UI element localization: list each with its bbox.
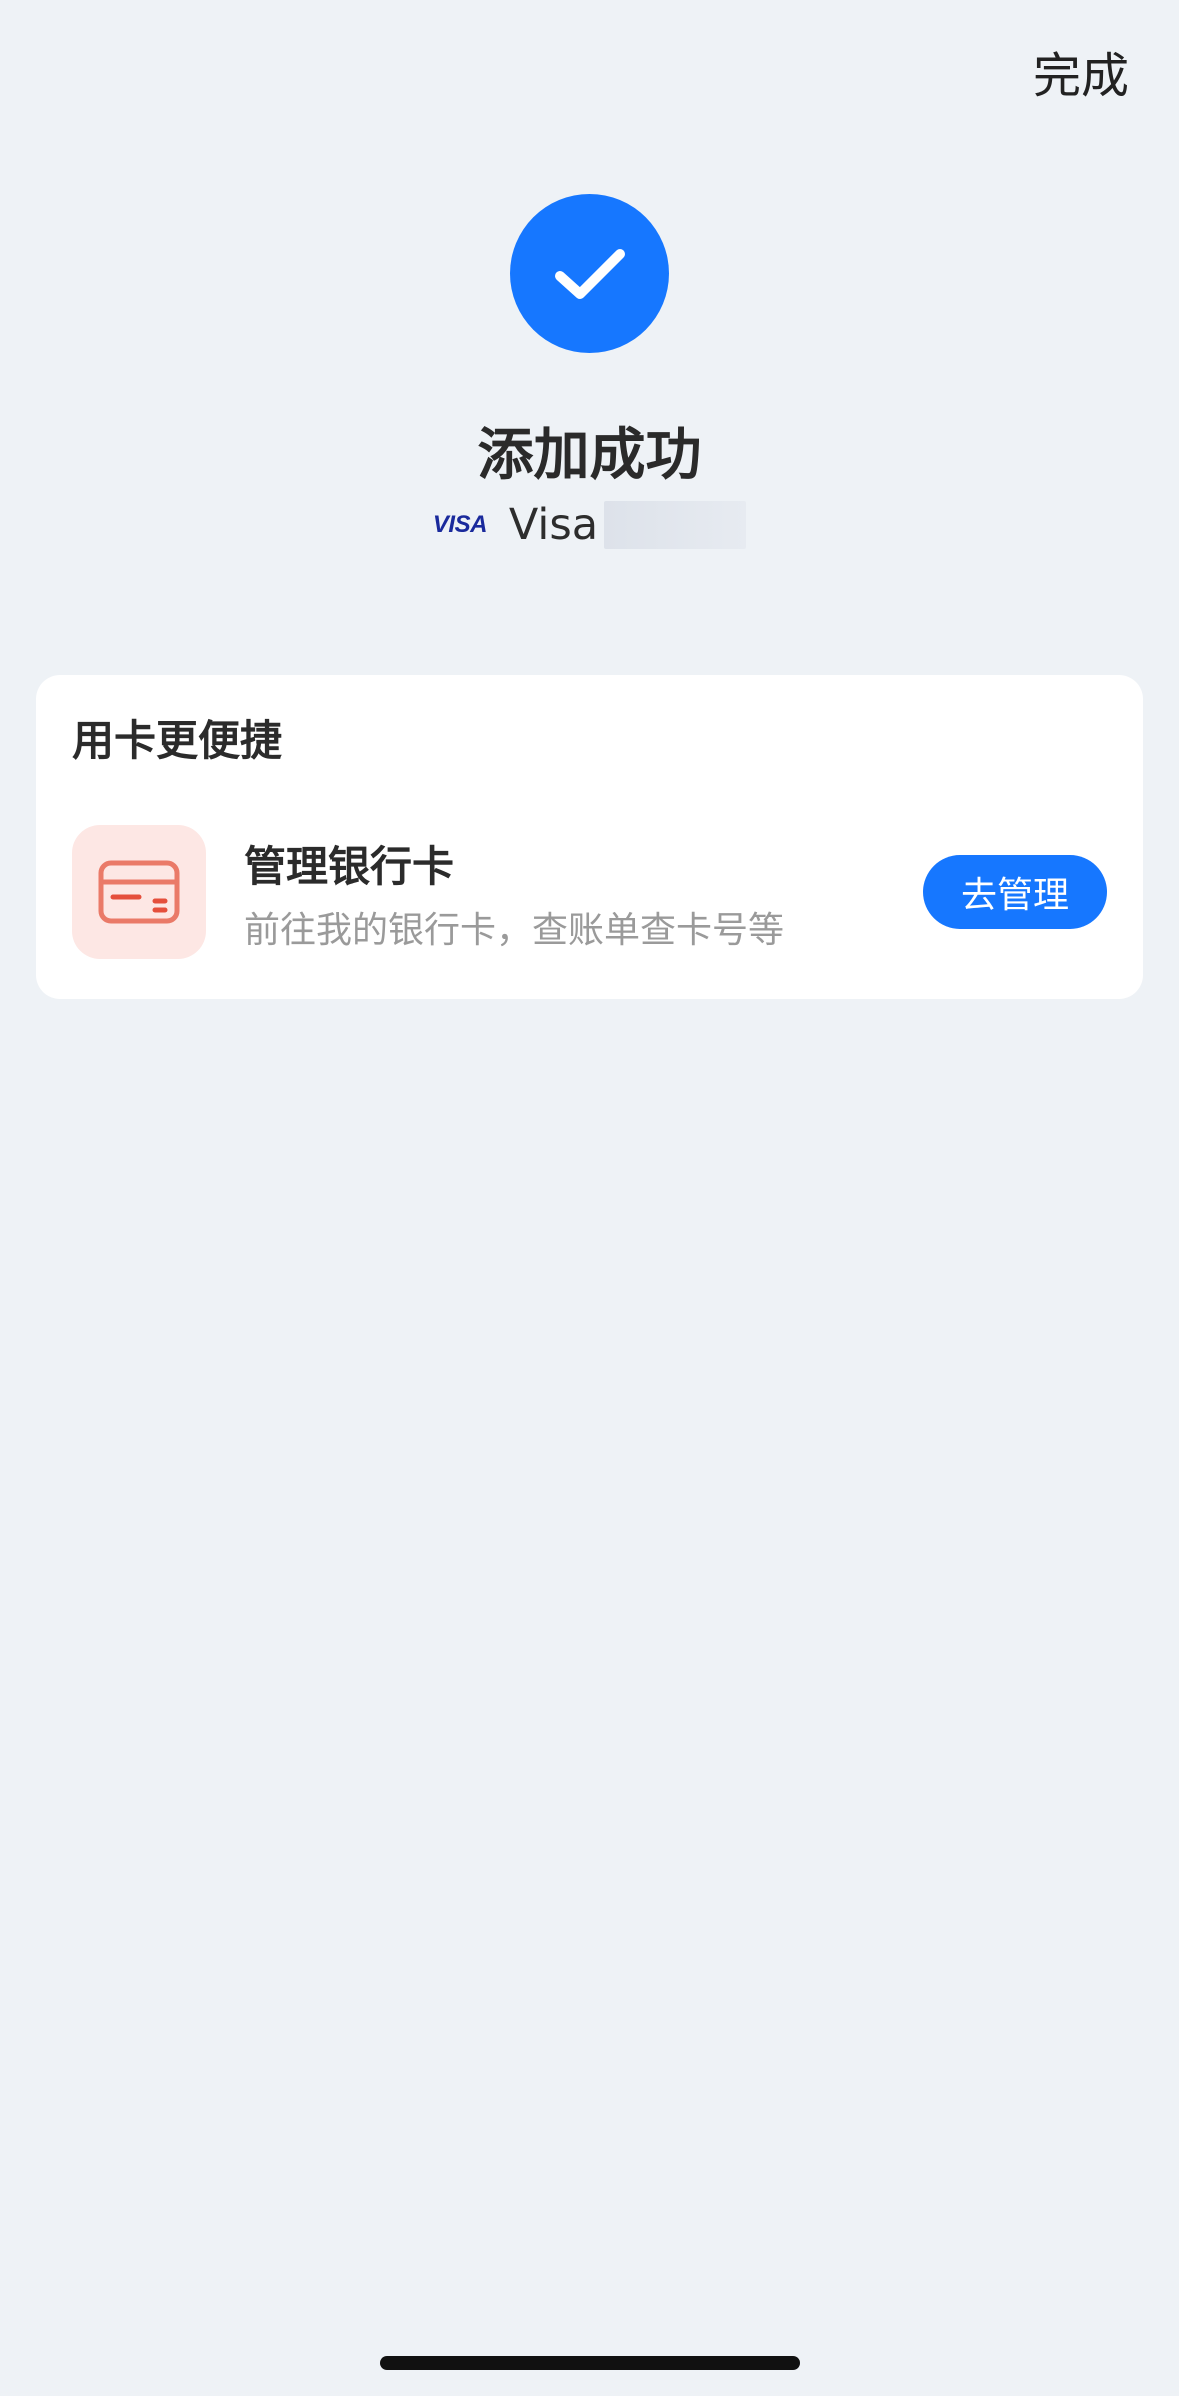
- done-button[interactable]: 完成: [1033, 36, 1129, 106]
- screen: 完成 添加成功 VISA Visa 用卡更便捷 管理银行卡 前往我的银行卡，查账…: [0, 0, 1179, 2396]
- panel-title: 用卡更便捷: [72, 716, 283, 765]
- home-indicator[interactable]: [380, 2356, 800, 2370]
- manage-card-title: 管理银行卡: [244, 842, 455, 891]
- checkmark-icon: [554, 248, 625, 299]
- card-brand-label: Visa: [508, 500, 599, 550]
- convenience-panel: 用卡更便捷 管理银行卡 前往我的银行卡，查账单查卡号等 去管理: [36, 675, 1143, 999]
- success-check-icon: [510, 194, 669, 353]
- go-manage-button[interactable]: 去管理: [923, 855, 1107, 929]
- manage-card-description: 前往我的银行卡，查账单查卡号等: [244, 910, 785, 951]
- added-card-info: VISA Visa: [0, 500, 1179, 550]
- success-title: 添加成功: [477, 423, 702, 488]
- visa-logo-icon: VISA: [432, 511, 488, 538]
- credit-card-icon: [72, 825, 206, 959]
- masked-card-number: [604, 501, 747, 549]
